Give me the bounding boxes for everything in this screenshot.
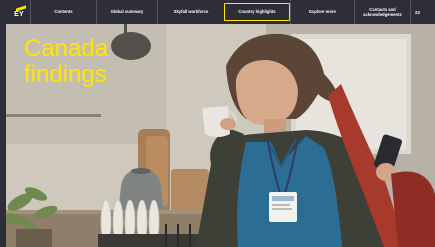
page-number: 22: [410, 0, 424, 24]
top-navigation-bar: EY Contents Global summary Skyfall workf…: [0, 0, 435, 24]
nav-item-label: Skyfall workforce: [173, 9, 209, 15]
nav-item-label: Country highlights: [238, 9, 276, 15]
page-title: Canada findings: [24, 35, 109, 88]
nav-item-label: Contacts and acknowledgements: [363, 6, 402, 17]
nav-items: Contents Global summary Skyfall workforc…: [30, 0, 435, 24]
nav-item-label: Contents: [54, 9, 73, 15]
nav-item-global-summary[interactable]: Global summary: [96, 0, 157, 24]
nav-item-label: Global summary: [110, 9, 144, 15]
nav-item-explore-more[interactable]: Explore more: [290, 0, 354, 24]
nav-item-contacts[interactable]: Contacts and acknowledgements: [354, 0, 410, 24]
nav-item-country-highlights[interactable]: Country highlights: [224, 3, 290, 21]
ey-logo[interactable]: EY: [8, 0, 30, 24]
nav-item-contents[interactable]: Contents: [30, 0, 96, 24]
nav-item-skyfall-workforce[interactable]: Skyfall workforce: [157, 0, 224, 24]
page-frame: EY Contents Global summary Skyfall workf…: [0, 0, 435, 247]
nav-item-label: Explore more: [309, 9, 336, 15]
